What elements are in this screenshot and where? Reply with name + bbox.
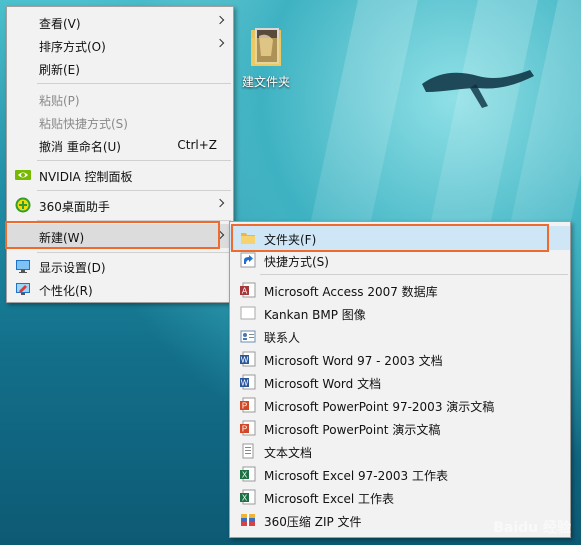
- menu-separator: [260, 274, 568, 275]
- submenu-item-shortcut[interactable]: 快捷方式(S): [230, 249, 570, 271]
- folder-image-icon: [251, 28, 281, 66]
- excel-icon: X: [240, 466, 256, 482]
- menu-separator: [37, 220, 231, 221]
- menu-item-label: 新建(W): [39, 231, 85, 245]
- submenu-item-label: 360压缩 ZIP 文件: [264, 515, 362, 529]
- menu-item-personalize[interactable]: 个性化(R): [7, 278, 233, 300]
- submenu-item-label: 文件夹(F): [264, 233, 317, 247]
- word-icon: W: [240, 374, 256, 390]
- svg-text:P: P: [242, 425, 247, 434]
- svg-text:W: W: [241, 379, 249, 388]
- svg-text:X: X: [242, 494, 248, 503]
- submenu-item-powerpoint-97-2003[interactable]: P Microsoft PowerPoint 97-2003 演示文稿: [230, 394, 570, 416]
- menu-item-paste-shortcut: 粘贴快捷方式(S): [7, 111, 233, 133]
- submenu-item-label: Microsoft Excel 工作表: [264, 492, 395, 506]
- menu-item-label: NVIDIA 控制面板: [39, 170, 133, 184]
- submenu-item-label: 文本文档: [264, 446, 313, 460]
- submenu-item-word-97-2003[interactable]: W Microsoft Word 97 - 2003 文档: [230, 348, 570, 370]
- swimmer-wallpaper-figure: [422, 70, 534, 108]
- submenu-item-label: Kankan BMP 图像: [264, 308, 366, 322]
- svg-text:W: W: [241, 356, 249, 365]
- submenu-item-label: Microsoft Access 2007 数据库: [264, 285, 438, 299]
- menu-separator: [37, 252, 231, 253]
- menu-item-view[interactable]: 查看(V): [7, 11, 233, 33]
- submenu-item-word[interactable]: W Microsoft Word 文档: [230, 371, 570, 393]
- display-settings-icon: [16, 260, 30, 273]
- submenu-item-label: 联系人: [264, 331, 301, 345]
- menu-item-label: 360桌面助手: [39, 200, 110, 214]
- submenu-item-label: Microsoft PowerPoint 演示文稿: [264, 423, 441, 437]
- menu-item-paste: 粘贴(P): [7, 88, 233, 110]
- shortcut-icon: [240, 252, 256, 268]
- access-icon: A: [240, 282, 256, 298]
- submenu-item-excel-97-2003[interactable]: X Microsoft Excel 97-2003 工作表: [230, 463, 570, 485]
- submenu-item-text-document[interactable]: 文本文档: [230, 440, 570, 462]
- menu-item-label: 粘贴快捷方式(S): [39, 117, 128, 131]
- menu-item-new[interactable]: 新建(W): [7, 224, 233, 248]
- svg-text:X: X: [242, 471, 248, 480]
- nvidia-icon: [15, 170, 31, 180]
- submenu-item-label: Microsoft Word 文档: [264, 377, 382, 391]
- powerpoint-icon: P: [240, 420, 256, 436]
- menu-separator: [37, 83, 231, 84]
- contact-icon: [240, 330, 256, 343]
- excel-icon: X: [240, 489, 256, 505]
- submenu-item-access-db[interactable]: A Microsoft Access 2007 数据库: [230, 279, 570, 301]
- 360-desktop-icon: [15, 197, 31, 213]
- submenu-item-folder[interactable]: 文件夹(F): [230, 226, 570, 250]
- menu-item-refresh[interactable]: 刷新(E): [7, 57, 233, 79]
- submenu-item-label: Microsoft Word 97 - 2003 文档: [264, 354, 443, 368]
- folder-icon: [241, 233, 255, 244]
- zip-archive-icon: [241, 514, 255, 526]
- chevron-right-icon: [215, 15, 225, 25]
- text-document-icon: [242, 443, 254, 459]
- menu-item-undo-rename[interactable]: 撤消 重命名(U) Ctrl+Z: [7, 134, 233, 156]
- submenu-item-label: 快捷方式(S): [264, 255, 329, 269]
- submenu-item-contact[interactable]: 联系人: [230, 325, 570, 347]
- menu-item-sort-by[interactable]: 排序方式(O): [7, 34, 233, 56]
- svg-text:A: A: [242, 287, 248, 296]
- menu-item-display-settings[interactable]: 显示设置(D): [7, 255, 233, 277]
- watermark: Baidu 经验: [493, 520, 571, 536]
- desktop-folder[interactable]: 建文件夹: [235, 26, 297, 90]
- submenu-item-powerpoint[interactable]: P Microsoft PowerPoint 演示文稿: [230, 417, 570, 439]
- menu-item-label: 刷新(E): [39, 63, 80, 77]
- menu-item-shortcut: Ctrl+Z: [177, 138, 217, 152]
- menu-item-label: 排序方式(O): [39, 40, 106, 54]
- desktop-context-menu: 查看(V) 排序方式(O) 刷新(E) 粘贴(P) 粘贴快捷方式(S) 撤消 重…: [6, 6, 234, 303]
- personalize-icon: [16, 283, 30, 295]
- powerpoint-icon: P: [240, 397, 256, 413]
- submenu-item-label: Microsoft PowerPoint 97-2003 演示文稿: [264, 400, 495, 414]
- menu-item-label: 粘贴(P): [39, 94, 80, 108]
- bmp-image-icon: [240, 306, 256, 320]
- menu-item-label: 查看(V): [39, 17, 81, 31]
- menu-item-label: 显示设置(D): [39, 261, 106, 275]
- svg-text:P: P: [242, 402, 247, 411]
- chevron-right-icon: [215, 198, 225, 208]
- submenu-item-label: Microsoft Excel 97-2003 工作表: [264, 469, 448, 483]
- desktop-folder-label: 建文件夹: [241, 75, 290, 89]
- new-submenu: 文件夹(F) 快捷方式(S) A Microsoft Access 2007 数…: [229, 221, 571, 538]
- submenu-item-excel[interactable]: X Microsoft Excel 工作表: [230, 486, 570, 508]
- word-icon: W: [240, 351, 256, 367]
- chevron-right-icon: [215, 38, 225, 48]
- menu-item-360-desktop-assistant[interactable]: 360桌面助手: [7, 194, 233, 216]
- menu-item-label: 撤消 重命名(U): [39, 140, 121, 154]
- submenu-item-bmp-image[interactable]: Kankan BMP 图像: [230, 302, 570, 324]
- menu-separator: [37, 160, 231, 161]
- menu-separator: [37, 190, 231, 191]
- chevron-right-icon: [215, 230, 225, 240]
- menu-item-label: 个性化(R): [39, 284, 93, 298]
- menu-item-nvidia-control-panel[interactable]: NVIDIA 控制面板: [7, 164, 233, 186]
